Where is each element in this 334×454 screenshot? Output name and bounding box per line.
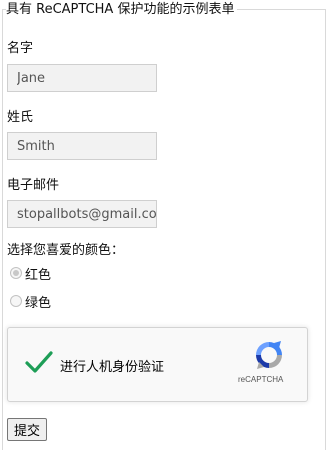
- last-name-input[interactable]: [7, 132, 157, 160]
- checkmark-icon[interactable]: [24, 350, 54, 378]
- radio-green-label: 绿色: [25, 295, 52, 311]
- radio-option-green[interactable]: 绿色: [10, 292, 52, 311]
- last-name-label: 姓氏: [7, 110, 34, 125]
- radio-red-label: 红色: [25, 267, 52, 283]
- form-legend: 具有 ReCAPTCHA 保护功能的示例表单: [6, 1, 238, 19]
- email-input[interactable]: [7, 200, 157, 228]
- first-name-input[interactable]: [7, 64, 157, 92]
- first-name-label: 名字: [7, 41, 34, 56]
- captcha-label: 进行人机身份验证: [60, 360, 165, 375]
- recaptcha-brand-label: reCAPTCHA: [238, 375, 284, 384]
- recaptcha-logo-icon: [252, 338, 286, 376]
- recaptcha-widget[interactable]: 进行人机身份验证 reCAPTCHA: [7, 327, 308, 402]
- radio-option-red[interactable]: 红色: [10, 264, 52, 283]
- submit-button[interactable]: 提交: [7, 418, 48, 441]
- radio-red[interactable]: [10, 267, 22, 279]
- radio-green[interactable]: [10, 295, 22, 307]
- color-question-label: 选择您喜爱的颜色：: [7, 243, 125, 258]
- email-label: 电子邮件: [7, 178, 60, 193]
